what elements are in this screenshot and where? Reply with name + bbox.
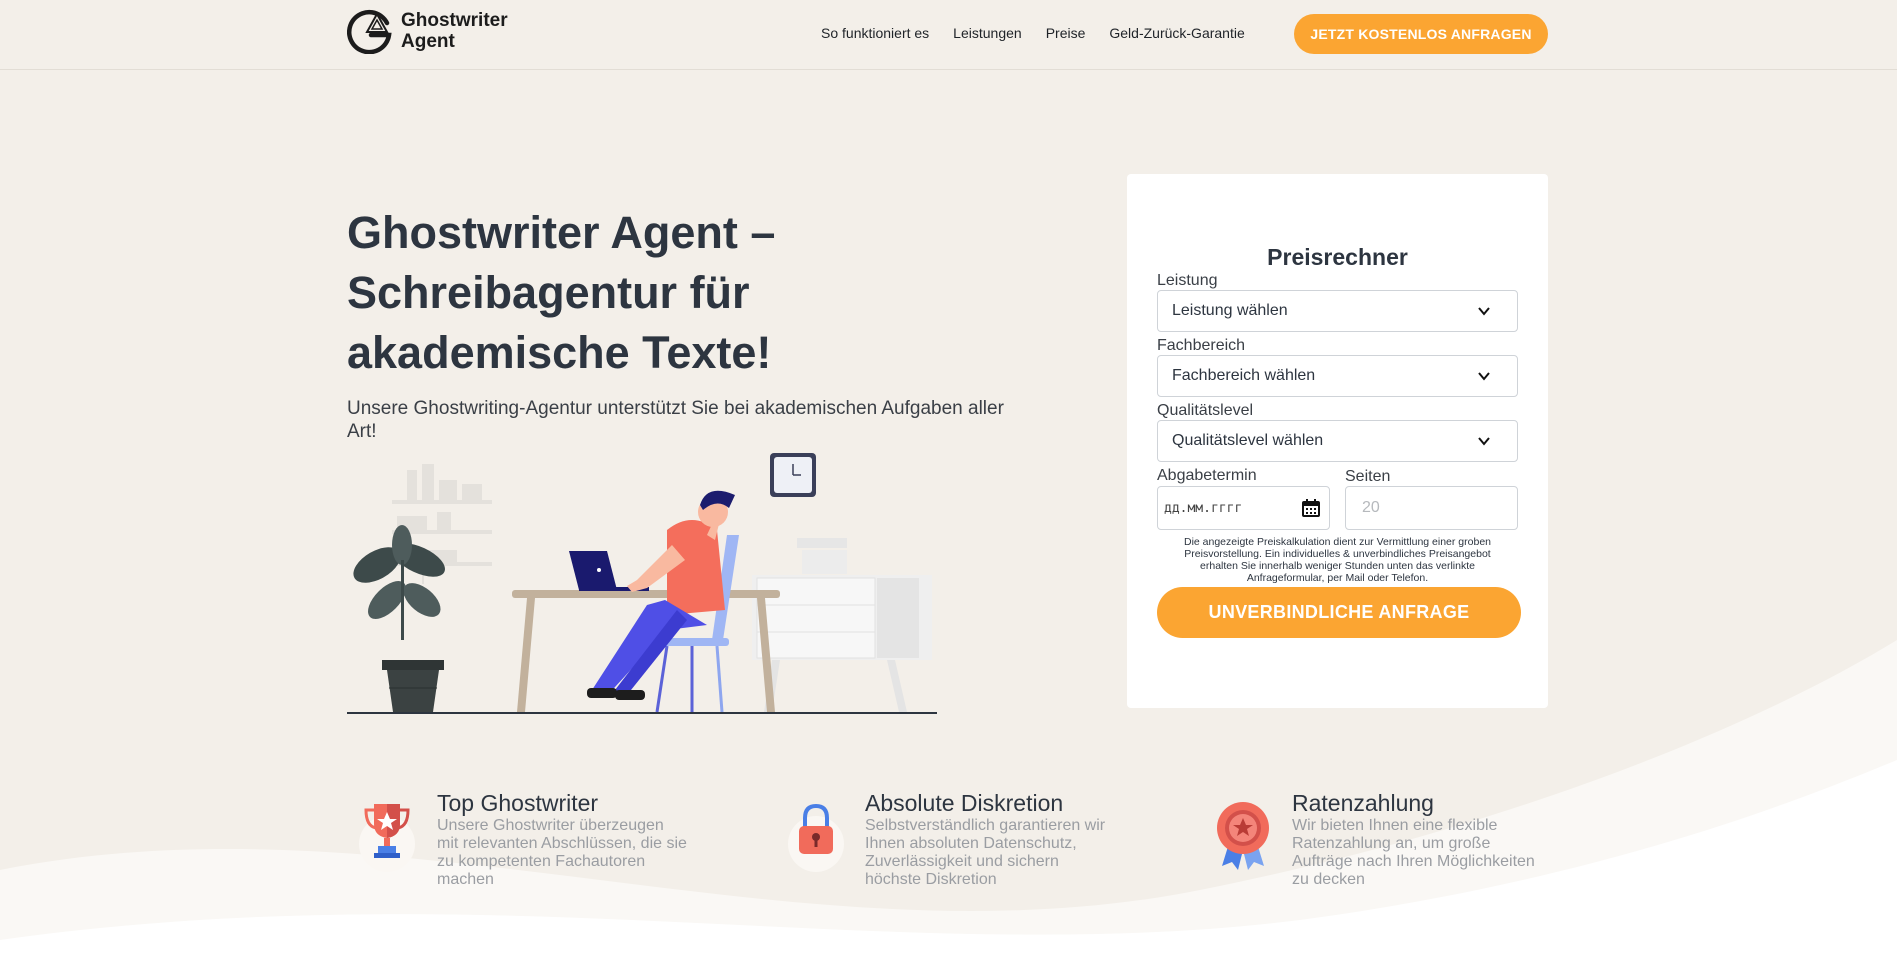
feature-title: Ratenzahlung (1292, 790, 1434, 816)
feature-title: Absolute Diskretion (865, 790, 1064, 816)
non-binding-request-button[interactable]: UNVERBINDLICHE ANFRAGE (1157, 587, 1521, 638)
feature-title: Top Ghostwriter (437, 790, 599, 816)
abgabetermin-placeholder: дд.мм.гггг (1164, 500, 1243, 516)
chevron-down-icon (1478, 372, 1490, 381)
hero-title-line-1: Ghostwriter Agent – (347, 207, 776, 258)
seiten-label: Seiten (1345, 468, 1391, 485)
chevron-down-icon (1478, 437, 1490, 446)
fachbereich-select-value: Fachbereich wählen (1172, 367, 1316, 384)
feature-text: Selbstverständlich garantieren wir Ihnen… (865, 817, 1106, 888)
clock-icon (770, 453, 816, 497)
fachbereich-select[interactable]: Fachbereich wählen (1157, 355, 1518, 397)
qualitaetslevel-select[interactable]: Qualitätslevel wählen (1157, 420, 1518, 462)
nav-link-leistungen[interactable]: Leistungen (953, 25, 1022, 41)
main-nav: So funktioniert es Leistungen Preise Gel… (821, 25, 1269, 41)
abgabetermin-date-input[interactable]: дд.мм.гггг (1157, 486, 1330, 530)
hero-title: Ghostwriter Agent – Schreibagentur für a… (347, 203, 947, 383)
fachbereich-label: Fachbereich (1157, 337, 1246, 354)
nav-link-geld-zurueck-garantie[interactable]: Geld-Zurück-Garantie (1109, 25, 1244, 41)
seiten-input[interactable]: 20 (1345, 486, 1518, 530)
request-free-button[interactable]: JETZT KOSTENLOS ANFRAGEN (1294, 14, 1548, 54)
padlock-icon (788, 803, 844, 872)
hero-title-line-3: akademische Texte! (347, 327, 772, 378)
logo[interactable]: Ghostwriter Agent (347, 8, 508, 54)
logo-line-2: Agent (401, 31, 455, 52)
site-header: Ghostwriter Agent So funktioniert es Lei… (0, 0, 1897, 70)
price-calculator-title: Preisrechner (1267, 244, 1408, 270)
leistung-label: Leistung (1157, 272, 1218, 289)
logo-line-1: Ghostwriter (401, 10, 508, 31)
hero-illustration (347, 453, 937, 714)
price-disclaimer: Die angezeigte Preiskalkulation dient zu… (1183, 536, 1491, 584)
qualitaetslevel-select-value: Qualitätslevel wählen (1172, 432, 1324, 449)
nav-link-so-funktioniert-es[interactable]: So funktioniert es (821, 25, 929, 41)
nav-link-preise[interactable]: Preise (1046, 25, 1086, 41)
abgabetermin-label: Abgabetermin (1157, 467, 1257, 484)
leistung-select[interactable]: Leistung wählen (1157, 290, 1518, 332)
qualitaetslevel-label: Qualitätslevel (1157, 402, 1254, 419)
feature-text: Unsere Ghostwriter überzeugen mit releva… (437, 817, 687, 888)
feature-text: Wir bieten Ihnen eine flexible Ratenzahl… (1292, 817, 1535, 888)
medal-icon (1217, 802, 1269, 870)
hero-subtitle: Unsere Ghostwriting-Agentur unterstützt … (347, 398, 1004, 442)
logo-icon (347, 9, 392, 54)
price-calculator-card: Preisrechner Leistung Leistung wählen Fa… (1127, 174, 1548, 708)
leistung-select-value: Leistung wählen (1172, 302, 1288, 319)
trophy-icon (359, 804, 415, 872)
calendar-icon[interactable] (1301, 498, 1321, 518)
chevron-down-icon (1478, 307, 1490, 316)
seiten-placeholder: 20 (1362, 499, 1380, 516)
logo-text: Ghostwriter Agent (401, 10, 508, 52)
hero-title-line-2: Schreibagentur für (347, 267, 750, 318)
